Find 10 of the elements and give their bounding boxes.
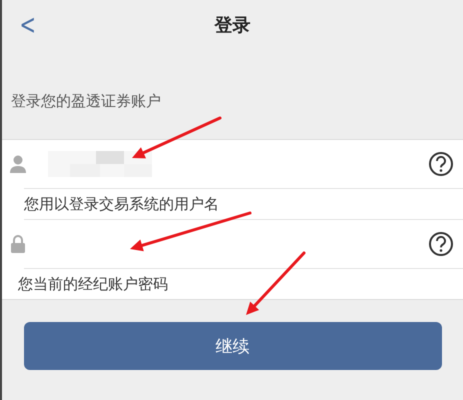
page-title: 登录 [214,14,250,37]
help-icon[interactable] [429,232,453,256]
subtitle: 登录您的盈透证券账户 [11,92,161,110]
field-hint: 您当前的经纪账户密码 [18,274,168,294]
lock-icon [11,235,25,253]
person-icon [10,155,26,173]
help-icon[interactable] [429,152,453,176]
continue-button[interactable]: 继续 [24,322,442,370]
back-button[interactable]: < [16,8,39,41]
field-hint: 您用以登录交易系统的用户名 [24,194,219,214]
